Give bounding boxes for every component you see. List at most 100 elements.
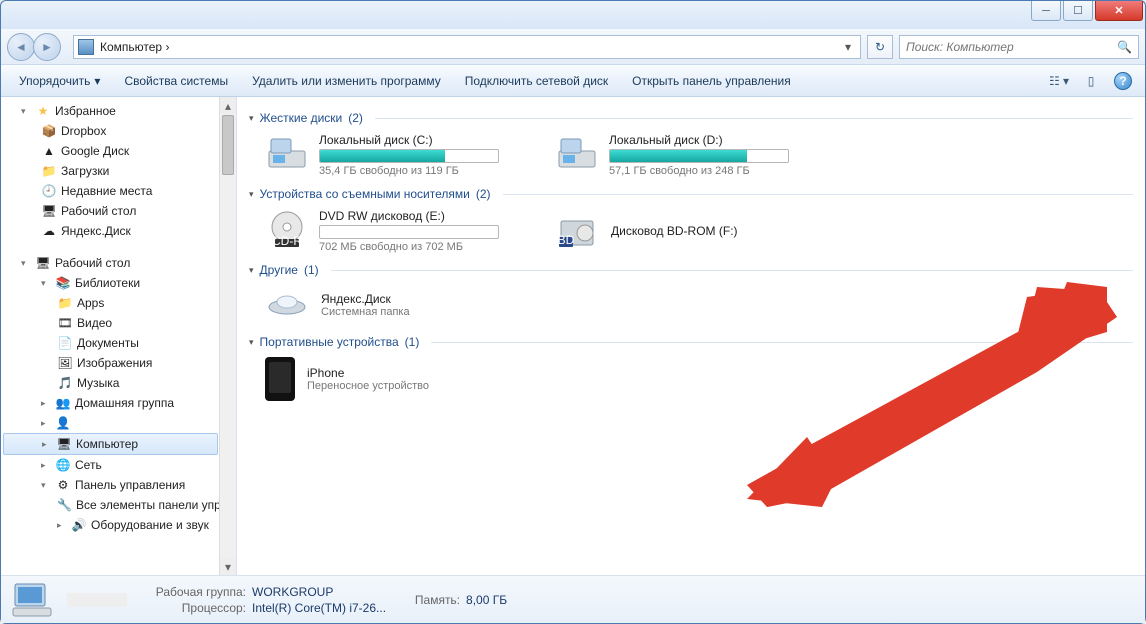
close-button[interactable]: ✕: [1095, 1, 1143, 21]
drive-e-bar: [319, 225, 499, 239]
content-pane: ▾ Жесткие диски (2) Локальный диск (C:) …: [237, 97, 1145, 575]
network-icon: 🌐: [55, 457, 71, 473]
map-network-drive-button[interactable]: Подключить сетевой диск: [455, 70, 618, 92]
sidebar-item-yandex-disk-fav[interactable]: ☁Яндекс.Диск: [1, 221, 236, 241]
sidebar-item-network[interactable]: ▸🌐Сеть: [1, 455, 236, 475]
homegroup-icon: 👥: [55, 395, 71, 411]
drive-e[interactable]: CD-R DVD RW дисковод (E:) 702 МБ свободн…: [265, 205, 525, 257]
drive-e-free: 702 МБ свободно из 702 МБ: [319, 241, 525, 253]
user-icon: 👤: [55, 415, 71, 431]
sidebar-scrollbar[interactable]: ▴ ▾: [219, 97, 236, 575]
control-panel-icon: ⚙: [55, 477, 71, 493]
collapse-icon[interactable]: ▾: [249, 337, 254, 348]
dvd-icon: CD-R: [265, 209, 309, 249]
section-hard-drives[interactable]: ▾ Жесткие диски (2): [249, 111, 1133, 125]
toolbar: Упорядочить ▾ Свойства системы Удалить и…: [1, 65, 1145, 97]
section-removable[interactable]: ▾ Устройства со съемными носителями (2): [249, 187, 1133, 201]
maximize-button[interactable]: ☐: [1063, 1, 1093, 21]
folder-icon: 📁: [57, 295, 73, 311]
scroll-thumb[interactable]: [222, 115, 234, 175]
sidebar-item-pictures[interactable]: 🖼Изображения: [1, 353, 236, 373]
ufo-icon: [265, 285, 309, 325]
downloads-icon: 📁: [41, 163, 57, 179]
sidebar-item-video[interactable]: 🎞Видео: [1, 313, 236, 333]
organize-menu[interactable]: Упорядочить ▾: [9, 70, 110, 92]
svg-text:BD: BD: [558, 233, 575, 247]
hardware-icon: 🔊: [71, 517, 87, 533]
sidebar-item-documents[interactable]: 📄Документы: [1, 333, 236, 353]
refresh-icon: ↻: [875, 40, 885, 54]
scroll-down-icon[interactable]: ▾: [220, 558, 236, 575]
open-control-panel-button[interactable]: Открыть панель управления: [622, 70, 801, 92]
yandex-disk-item[interactable]: Яндекс.Диск Системная папка: [265, 281, 525, 329]
yandex-icon: ☁: [41, 223, 57, 239]
sidebar-item-google-disk[interactable]: ▲Google Диск: [1, 141, 236, 161]
sidebar-item-control-panel[interactable]: ▾⚙Панель управления: [1, 475, 236, 495]
cp-all-icon: 🔧: [57, 497, 72, 513]
help-button[interactable]: ?: [1109, 70, 1137, 92]
search-box[interactable]: 🔍: [899, 35, 1139, 59]
body: ▾★Избранное 📦Dropbox ▲Google Диск 📁Загру…: [1, 97, 1145, 575]
section-portable[interactable]: ▾ Портативные устройства (1): [249, 335, 1133, 349]
sidebar-item-homegroup[interactable]: ▸👥Домашняя группа: [1, 393, 236, 413]
drive-f[interactable]: BD Дисковод BD-ROM (F:): [555, 205, 815, 257]
desktop-group[interactable]: ▾🖥Рабочий стол: [1, 253, 236, 273]
drive-c-bar: [319, 149, 499, 163]
recent-icon: 🕘: [41, 183, 57, 199]
libraries-icon: 📚: [55, 275, 71, 291]
minimize-button[interactable]: ─: [1031, 1, 1061, 21]
sidebar-item-downloads[interactable]: 📁Загрузки: [1, 161, 236, 181]
libraries-group[interactable]: ▾📚Библиотеки: [1, 273, 236, 293]
scroll-up-icon[interactable]: ▴: [220, 97, 236, 114]
drive-d[interactable]: Локальный диск (D:) 57,1 ГБ свободно из …: [555, 129, 815, 181]
sidebar-item-apps[interactable]: 📁Apps: [1, 293, 236, 313]
explorer-window: ─ ☐ ✕ ◄ ► Компьютер › ▾ ↻ 🔍 Упорядочить …: [0, 0, 1146, 624]
svg-text:CD-R: CD-R: [272, 234, 302, 248]
nav-arrows: ◄ ►: [7, 32, 67, 62]
section-other[interactable]: ▾ Другие (1): [249, 263, 1133, 277]
collapse-icon[interactable]: ▾: [249, 113, 254, 124]
navbar: ◄ ► Компьютер › ▾ ↻ 🔍: [1, 29, 1145, 65]
drive-c[interactable]: Локальный диск (C:) 35,4 ГБ свободно из …: [265, 129, 525, 181]
address-path: Компьютер ›: [100, 40, 834, 54]
collapse-icon[interactable]: ▾: [249, 265, 254, 276]
search-input[interactable]: [906, 40, 1117, 54]
back-button[interactable]: ◄: [7, 33, 35, 61]
forward-button[interactable]: ►: [33, 33, 61, 61]
refresh-button[interactable]: ↻: [867, 35, 893, 59]
bdrom-icon: BD: [555, 211, 599, 251]
sidebar-item-dropbox[interactable]: 📦Dropbox: [1, 121, 236, 141]
sidebar-item-hardware-sound[interactable]: ▸🔊Оборудование и звук: [1, 515, 236, 535]
help-icon: ?: [1114, 72, 1132, 90]
sidebar-item-all-cp[interactable]: 🔧Все элементы панели управле: [1, 495, 236, 515]
iphone-label: iPhone: [307, 366, 429, 380]
view-options-button[interactable]: ☷ ▾: [1045, 70, 1073, 92]
sidebar-item-desktop-fav[interactable]: 🖥Рабочий стол: [1, 201, 236, 221]
address-dropdown-icon[interactable]: ▾: [840, 40, 856, 54]
drive-e-label: DVD RW дисковод (E:): [319, 209, 525, 223]
drive-c-label: Локальный диск (C:): [319, 133, 525, 147]
drive-d-bar: [609, 149, 789, 163]
desktop-icon: 🖥: [35, 255, 51, 271]
memory-label: Память:: [400, 593, 460, 607]
cpu-label: Процессор:: [141, 601, 246, 615]
video-icon: 🎞: [57, 315, 73, 331]
favorites-group[interactable]: ▾★Избранное: [1, 101, 236, 121]
uninstall-program-button[interactable]: Удалить или изменить программу: [242, 70, 451, 92]
sidebar-item-computer[interactable]: ▸🖥Компьютер: [3, 433, 218, 455]
collapse-icon[interactable]: ▾: [249, 189, 254, 200]
sidebar-item-user[interactable]: ▸👤: [1, 413, 236, 433]
computer-large-icon: [11, 580, 53, 620]
hdd-icon: [265, 133, 309, 173]
workgroup-value: WORKGROUP: [252, 585, 333, 599]
iphone-sub: Переносное устройство: [307, 380, 429, 392]
system-properties-button[interactable]: Свойства системы: [114, 70, 238, 92]
iphone-item[interactable]: iPhone Переносное устройство: [265, 353, 525, 405]
memory-value: 8,00 ГБ: [466, 593, 507, 607]
navigation-pane: ▾★Избранное 📦Dropbox ▲Google Диск 📁Загру…: [1, 97, 237, 575]
search-icon[interactable]: 🔍: [1117, 40, 1132, 54]
address-bar[interactable]: Компьютер › ▾: [73, 35, 861, 59]
sidebar-item-recent[interactable]: 🕘Недавние места: [1, 181, 236, 201]
preview-pane-button[interactable]: ▯: [1077, 70, 1105, 92]
sidebar-item-music[interactable]: 🎵Музыка: [1, 373, 236, 393]
